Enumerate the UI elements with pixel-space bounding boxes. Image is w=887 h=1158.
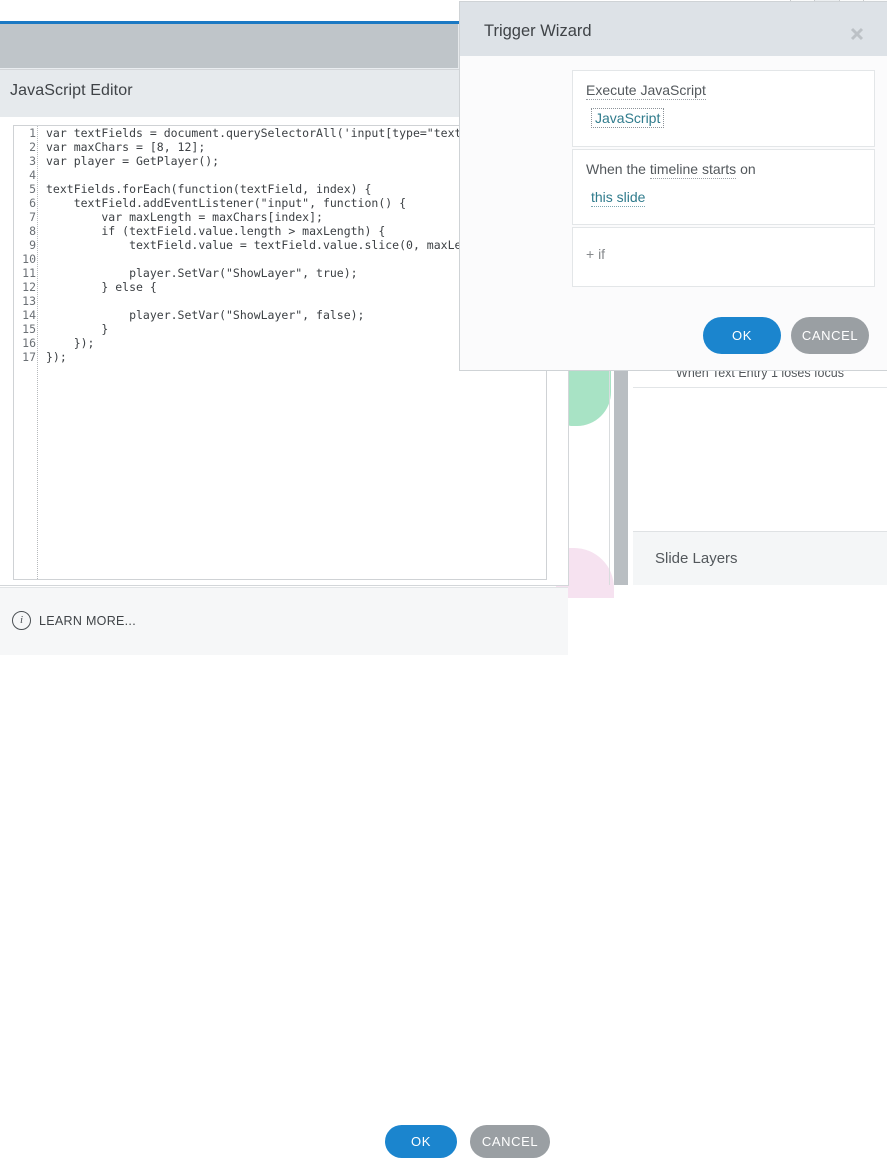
- trigger-condition-card: + if: [572, 227, 875, 287]
- trigger-action-label[interactable]: Execute JavaScript: [586, 82, 706, 100]
- trigger-wizard-dialog: Trigger Wizard Execute JavaScript JavaSc…: [460, 2, 887, 370]
- javascript-editor-title: JavaScript Editor: [10, 82, 133, 99]
- trigger-action-value-row: JavaScript: [591, 108, 665, 128]
- trigger-when-object-row: this slide: [591, 189, 646, 207]
- ribbon-band: [0, 24, 458, 68]
- trigger-action-value[interactable]: JavaScript: [591, 108, 665, 128]
- trigger-wizard-ok-button[interactable]: OK: [703, 317, 781, 354]
- trigger-when-card: When the timeline starts on this slide: [572, 149, 875, 225]
- close-icon[interactable]: [849, 26, 865, 42]
- info-icon: i: [12, 611, 31, 630]
- trigger-when-event[interactable]: timeline starts: [649, 161, 737, 179]
- trigger-when-suffix: on: [740, 161, 756, 177]
- javascript-editor-footer: i LEARN MORE... OK CANCEL: [0, 587, 568, 1158]
- gutter-separator: [37, 126, 38, 579]
- add-condition-button[interactable]: + if: [586, 246, 605, 262]
- trigger-action-card: Execute JavaScript JavaScript: [572, 70, 875, 147]
- trigger-when-row: When the timeline starts on: [586, 161, 756, 179]
- trigger-wizard-titlebar: Trigger Wizard: [460, 2, 887, 56]
- trigger-when-prefix: When the: [586, 161, 646, 177]
- trigger-action-row: Execute JavaScript: [586, 82, 706, 100]
- javascript-editor-ok-button[interactable]: OK: [385, 1125, 457, 1158]
- panel-splitter[interactable]: [614, 358, 628, 585]
- javascript-editor-cancel-button[interactable]: CANCEL: [470, 1125, 550, 1158]
- trigger-wizard-body: Execute JavaScript JavaScript When the t…: [460, 56, 887, 311]
- slide-layers-header[interactable]: Slide Layers: [633, 531, 887, 585]
- trigger-wizard-cancel-button[interactable]: CANCEL: [791, 317, 869, 354]
- trigger-wizard-title: Trigger Wizard: [484, 22, 592, 40]
- trigger-wizard-footer: OK CANCEL: [460, 311, 887, 370]
- learn-more-link[interactable]: i LEARN MORE...: [12, 611, 136, 630]
- top-white-strip: [0, 0, 470, 22]
- learn-more-label: LEARN MORE...: [39, 613, 136, 628]
- trigger-when-object[interactable]: this slide: [591, 189, 646, 207]
